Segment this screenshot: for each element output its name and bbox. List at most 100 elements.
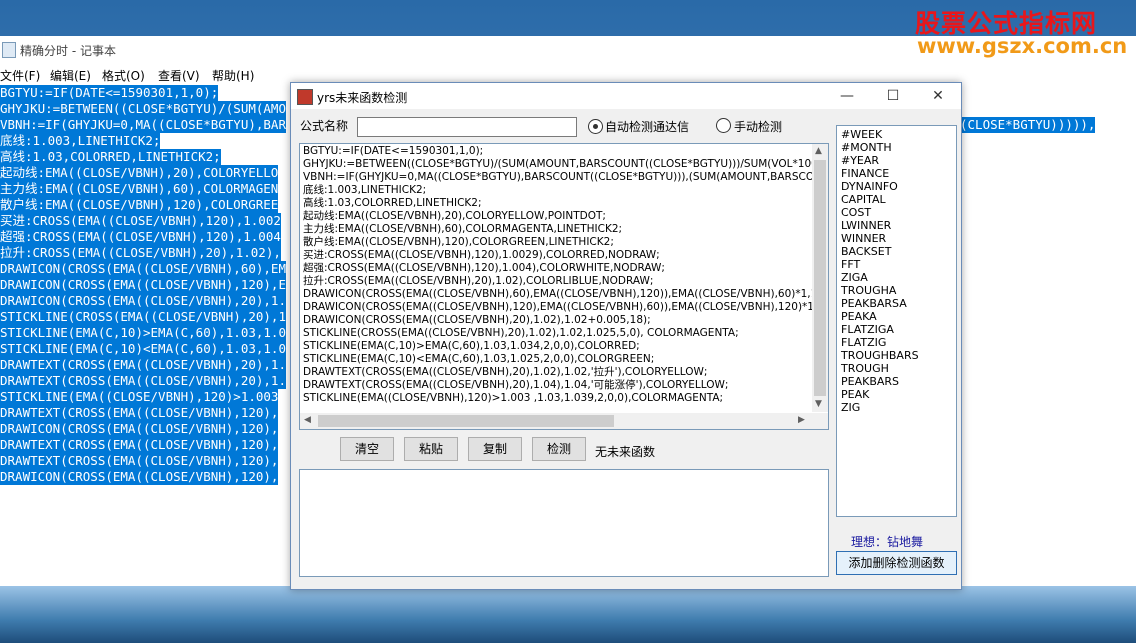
notepad-icon — [2, 42, 16, 58]
notepad-title: 精确分时 - 记事本 — [20, 44, 116, 58]
function-list-item[interactable]: ZIG — [841, 401, 860, 414]
function-list-item[interactable]: PEAKBARSA — [841, 297, 907, 310]
code-line: 拉升:CROSS(EMA((CLOSE/VBNH),20),1.02),COLO… — [303, 275, 654, 287]
site-watermark: 股票公式指标网 www.gszx.com.cn — [905, 0, 1136, 64]
notepad-line: DRAWICON(CROSS(EMA((CLOSE/VBNH),120), — [0, 469, 279, 485]
ideal-caption: 理想：钻地舞 — [851, 535, 924, 549]
notepad-line: VBNH:=IF(GHYJKU=0,MA((CLOSE*BGTYU),BAR — [0, 117, 286, 133]
check-button[interactable]: 检测 — [532, 437, 586, 461]
radio-auto-check[interactable] — [588, 119, 603, 134]
watermark-url: www.gszx.com.cn — [917, 34, 1128, 58]
notepad-line: DRAWTEXT(CROSS(EMA((CLOSE/VBNH),120), — [0, 453, 279, 469]
function-list-item[interactable]: TROUGHBARS — [841, 349, 919, 362]
function-list-item[interactable]: TROUGH — [841, 362, 889, 375]
future-function-check-dialog: yrs未来函数检测 — ☐ ✕ 公式名称 自动检测通达信 手动检测 STICKL… — [290, 82, 962, 590]
function-list-item[interactable]: BACKSET — [841, 245, 891, 258]
scroll-down-icon[interactable]: ▼ — [815, 399, 822, 409]
function-list-item[interactable]: LWINNER — [841, 219, 891, 232]
code-line: 主力线:EMA((CLOSE/VBNH),60),COLORMAGENTA,LI… — [303, 223, 623, 235]
menu-view[interactable]: 查看(V) — [158, 67, 200, 84]
code-line: DRAWICON(CROSS(EMA((CLOSE/VBNH),60),EMA(… — [303, 288, 825, 300]
function-list-item[interactable]: WINNER — [841, 232, 886, 245]
close-button[interactable]: ✕ — [918, 86, 958, 106]
scroll-left-icon[interactable]: ◀ — [304, 415, 311, 425]
code-line: VBNH:=IF(GHYJKU=0,MA((CLOSE*BGTYU),BARSC… — [303, 171, 822, 183]
menu-file[interactable]: 文件(F) — [0, 67, 40, 84]
code-line: STICKLINE(EMA((CLOSE/VBNH),120)>1.003 ,1… — [303, 392, 724, 404]
notepad-line: DRAWICON(CROSS(EMA((CLOSE/VBNH),60),EM — [0, 261, 286, 277]
scroll-right-icon[interactable]: ▶ — [798, 415, 805, 425]
function-list-item[interactable]: FLATZIGA — [841, 323, 894, 336]
function-list-item[interactable]: COST — [841, 206, 871, 219]
code-line: STICKLINE(CROSS(EMA((CLOSE/VBNH),20),1.0… — [303, 327, 739, 339]
notepad-line: 散户线:EMA((CLOSE/VBNH),120),COLORGREE — [0, 197, 279, 213]
copy-button[interactable]: 复制 — [468, 437, 522, 461]
notepad-line: 超强:CROSS(EMA((CLOSE/VBNH),120),1.004 — [0, 229, 281, 245]
notepad-line: 起动线:EMA((CLOSE/VBNH),20),COLORYELLO — [0, 165, 279, 181]
code-vertical-scrollbar[interactable]: ▲ ▼ — [812, 144, 828, 412]
menu-edit[interactable]: 编辑(E) — [50, 67, 91, 84]
function-list-item[interactable]: #MONTH — [841, 141, 892, 154]
code-line: DRAWTEXT(CROSS(EMA((CLOSE/VBNH),20),1.04… — [303, 379, 729, 391]
maximize-button[interactable]: ☐ — [873, 86, 913, 106]
notepad-line: DRAWICON(CROSS(EMA((CLOSE/VBNH),120),E — [0, 277, 286, 293]
radio-auto-label: 自动检测通达信 — [605, 120, 690, 134]
app-icon — [297, 89, 313, 105]
code-line: 底线:1.003,LINETHICK2; — [303, 184, 427, 196]
desktop-wallpaper-strip — [0, 586, 1136, 643]
function-list-item[interactable]: CAPITAL — [841, 193, 886, 206]
add-remove-functions-button[interactable]: 添加删除检测函数 — [836, 551, 957, 575]
menu-format[interactable]: 格式(O) — [102, 67, 145, 84]
function-list-item[interactable]: PEAKA — [841, 310, 877, 323]
paste-button[interactable]: 粘贴 — [404, 437, 458, 461]
radio-manual-check[interactable] — [716, 118, 731, 133]
function-list-item[interactable]: TROUGHA — [841, 284, 896, 297]
notepad-line: DRAWICON(CROSS(EMA((CLOSE/VBNH),20),1. — [0, 293, 286, 309]
function-list-item[interactable]: #YEAR — [841, 154, 879, 167]
notepad-line: 底线:1.003,LINETHICK2; — [0, 133, 161, 149]
code-line: GHYJKU:=BETWEEN((CLOSE*BGTYU)/(SUM(AMOUN… — [303, 158, 818, 170]
menu-help[interactable]: 帮助(H) — [212, 67, 254, 84]
notepad-line: 主力线:EMA((CLOSE/VBNH),60),COLORMAGEN — [0, 181, 279, 197]
notepad-line: STICKLINE(EMA(C,10)<EMA(C,60),1.03,1.0 — [0, 341, 286, 357]
notepad-line: DRAWICON(CROSS(EMA((CLOSE/VBNH),120), — [0, 421, 279, 437]
function-list-item[interactable]: FLATZIG — [841, 336, 886, 349]
code-horizontal-scroll-thumb[interactable] — [318, 415, 614, 427]
function-list-item[interactable]: ZIGA — [841, 271, 868, 284]
scroll-up-icon[interactable]: ▲ — [815, 146, 822, 156]
function-list-item[interactable]: PEAK — [841, 388, 869, 401]
notepad-line: STICKLINE(CROSS(EMA((CLOSE/VBNH),20),1 — [0, 309, 286, 325]
function-list-item[interactable]: DYNAINFO — [841, 180, 898, 193]
notepad-line: STICKLINE(EMA((CLOSE/VBNH),120)>1.003 — [0, 389, 279, 405]
function-list[interactable]: #WEEK #MONTH #YEAR FINANCE DYNAINFO CAPITAL CO… — [836, 125, 957, 517]
notepad-line: GHYJKU:=BETWEEN((CLOSE*BGTYU)/(SUM(AMO — [0, 101, 286, 117]
notepad-line: DRAWTEXT(CROSS(EMA((CLOSE/VBNH),20),1. — [0, 357, 286, 373]
check-status-text: 无未来函数 — [595, 445, 656, 459]
minimize-button[interactable]: — — [827, 86, 867, 106]
function-list-item[interactable]: PEAKBARS — [841, 375, 899, 388]
radio-manual-label: 手动检测 — [734, 120, 783, 134]
function-list-item[interactable]: #WEEK — [841, 128, 882, 141]
clear-button[interactable]: 清空 — [340, 437, 394, 461]
notepad-line: 高线:1.03,COLORRED,LINETHICK2; — [0, 149, 221, 165]
formula-name-input[interactable] — [357, 117, 577, 137]
code-line: 散户线:EMA((CLOSE/VBNH),120),COLORGREEN,LIN… — [303, 236, 614, 248]
notepad-line: DRAWTEXT(CROSS(EMA((CLOSE/VBNH),120), — [0, 437, 279, 453]
notepad-line: STICKLINE(EMA(C,10)>EMA(C,60),1.03,1.0 — [0, 325, 286, 341]
notepad-line: 买进:CROSS(EMA((CLOSE/VBNH),120),1.002 — [0, 213, 281, 229]
notepad-line: DRAWTEXT(CROSS(EMA((CLOSE/VBNH),20),1. — [0, 373, 286, 389]
notepad-line-fragment: (CLOSE*BGTYU))))), — [960, 117, 1096, 133]
function-list-item[interactable]: FFT — [841, 258, 860, 271]
code-line: STICKLINE(EMA(C,10)<EMA(C,60),1.03,1.025… — [303, 353, 655, 365]
notepad-line: 拉升:CROSS(EMA((CLOSE/VBNH),20),1.02), — [0, 245, 281, 261]
code-line: BGTYU:=IF(DATE<=1590301,1,0); — [303, 145, 484, 157]
code-vertical-scroll-thumb[interactable] — [814, 160, 826, 396]
notepad-line: BGTYU:=IF(DATE<=1590301,1,0); — [0, 85, 219, 101]
function-list-item[interactable]: FINANCE — [841, 167, 889, 180]
dialog-title: yrs未来函数检测 — [317, 91, 408, 105]
formula-code-editor[interactable]: STICKLINE(EMA((CLOSE/VBNH),120)>1.003 ,1… — [299, 143, 829, 430]
formula-name-label: 公式名称 — [300, 119, 349, 133]
result-output-area[interactable] — [299, 469, 829, 577]
code-horizontal-scrollbar[interactable]: ◀ ▶ — [300, 413, 828, 429]
dialog-titlebar: yrs未来函数检测 — ☐ ✕ — [291, 83, 961, 109]
